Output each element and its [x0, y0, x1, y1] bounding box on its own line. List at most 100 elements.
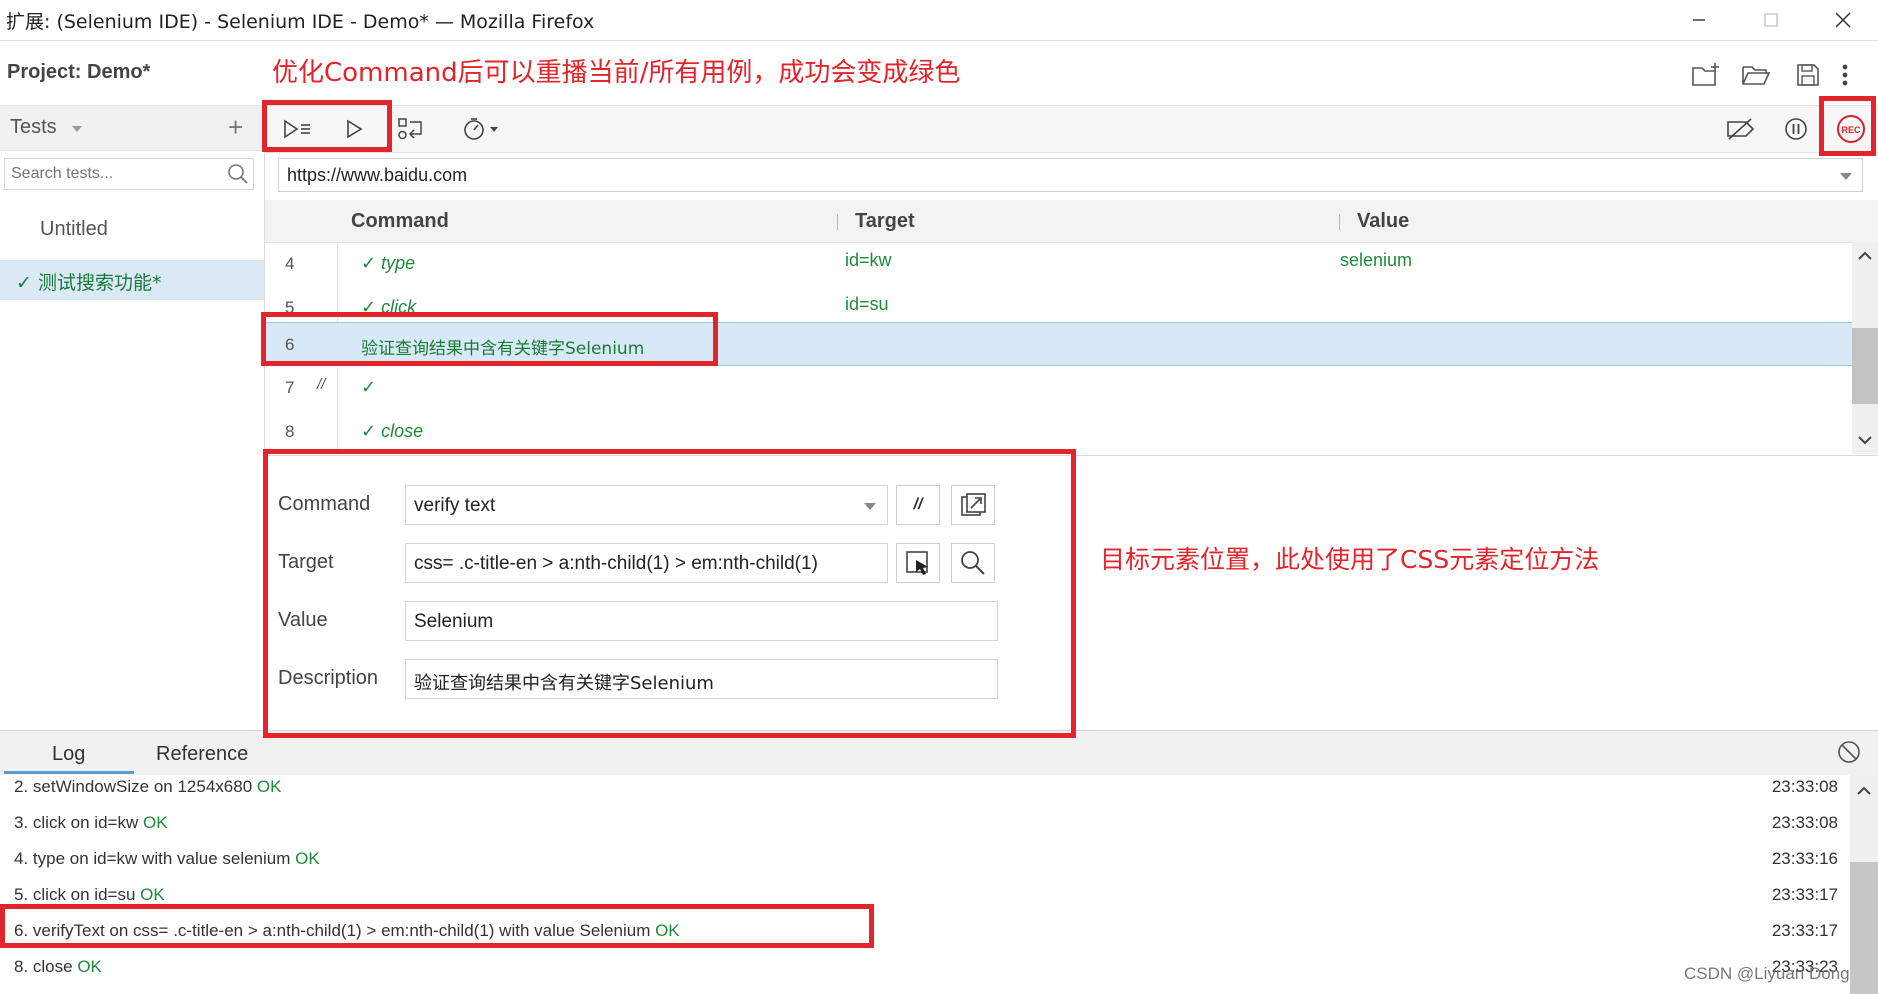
- close-window-button[interactable]: [1808, 0, 1878, 40]
- new-project-icon: [1692, 63, 1719, 86]
- log-message: 4. type on id=kw with value selenium: [14, 849, 296, 868]
- annotation-box-log-line: [0, 904, 874, 948]
- test-speed-button[interactable]: [457, 112, 507, 146]
- command-table-header: Command Target Value: [265, 200, 1878, 243]
- chevron-down-icon[interactable]: [1840, 173, 1852, 180]
- log-status: OK: [295, 849, 320, 868]
- search-tests-box: [4, 158, 254, 190]
- row-number: 4: [285, 254, 295, 273]
- more-button[interactable]: [1830, 55, 1860, 95]
- more-icon: [1842, 64, 1848, 86]
- chevron-up-icon[interactable]: [1852, 246, 1878, 266]
- base-url-combobox[interactable]: https://www.baidu.com: [278, 158, 1863, 192]
- log-status: OK: [140, 885, 165, 904]
- tab-log[interactable]: Log: [4, 731, 134, 775]
- test-item-untitled[interactable]: Untitled: [0, 210, 264, 250]
- log-message: 2. setWindowSize on 1254x680: [14, 777, 257, 796]
- project-title: Project: Demo*: [7, 61, 151, 83]
- search-tests-input[interactable]: [11, 165, 221, 183]
- test-item-label: Untitled: [40, 218, 108, 240]
- row-number: 7: [285, 378, 295, 397]
- disable-breakpoints-button[interactable]: [1721, 112, 1761, 146]
- tests-dropdown-label: Tests: [10, 116, 57, 138]
- speed-icon: [464, 118, 498, 140]
- row-divider: [337, 242, 338, 286]
- playback-toolbar: REC: [265, 106, 1878, 153]
- log-line: 2. setWindowSize on 1254x680 OK 23:33:08: [0, 775, 1850, 805]
- annotation-box-record: [1819, 96, 1876, 156]
- log-output: 2. setWindowSize on 1254x680 OK 23:33:08…: [0, 775, 1850, 994]
- column-header-target: Target: [855, 210, 915, 232]
- step-over-icon: [398, 118, 422, 140]
- open-project-icon: [1742, 66, 1771, 85]
- annotation-box-selected-row: [261, 312, 718, 366]
- log-time: 23:33:17: [1771, 921, 1838, 940]
- row-target: id=kw: [845, 250, 892, 270]
- row-comment-marker: //: [317, 376, 326, 393]
- base-url-value: https://www.baidu.com: [287, 165, 468, 185]
- chevron-down-icon: [72, 126, 82, 132]
- step-over-button[interactable]: [391, 112, 431, 146]
- minimize-button[interactable]: [1664, 0, 1734, 40]
- log-status: OK: [256, 777, 282, 796]
- test-item-search-feature[interactable]: ✓ 测试搜索功能*: [0, 260, 264, 300]
- tab-log-label: Log: [52, 743, 86, 765]
- disable-breakpoints-icon: [1727, 118, 1755, 140]
- tab-reference-label: Reference: [156, 743, 249, 765]
- row-divider: [337, 410, 338, 454]
- row-command: ✓: [361, 377, 377, 397]
- log-line: 4. type on id=kw with value selenium OK …: [0, 841, 1850, 877]
- test-item-label: ✓ 测试搜索功能*: [16, 272, 162, 294]
- minimize-icon: [1693, 19, 1705, 21]
- tab-reference[interactable]: Reference: [156, 731, 276, 775]
- tests-dropdown-bar[interactable]: Tests +: [0, 106, 264, 151]
- row-command: ✓ close: [361, 421, 424, 441]
- search-icon[interactable]: [227, 163, 249, 185]
- pause-on-exceptions-button[interactable]: [1776, 112, 1816, 146]
- save-project-button[interactable]: [1788, 55, 1828, 95]
- clear-log-icon: [1838, 741, 1860, 763]
- table-scrollbar-thumb[interactable]: [1852, 328, 1878, 404]
- chevron-down-icon[interactable]: [1852, 430, 1878, 450]
- log-message: 8. close: [14, 957, 78, 976]
- new-project-button[interactable]: [1686, 55, 1726, 95]
- log-time: 23:33:08: [1771, 813, 1838, 832]
- column-resize-handle[interactable]: [1339, 214, 1340, 230]
- column-resize-handle[interactable]: [837, 214, 838, 230]
- clear-log-button[interactable]: [1836, 739, 1862, 765]
- column-header-command: Command: [351, 210, 449, 232]
- chevron-up-icon[interactable]: [1850, 781, 1878, 801]
- log-line: 8. close OK 23:33:23: [0, 949, 1850, 985]
- row-command: ✓ type: [361, 253, 416, 273]
- annotation-top: 优化Command后可以重播当前/所有用例，成功会变成绿色: [272, 58, 961, 88]
- log-status: OK: [142, 813, 168, 832]
- add-test-button[interactable]: +: [228, 114, 243, 140]
- row-value: selenium: [1340, 250, 1413, 270]
- log-message: 3. click on id=kw: [14, 813, 143, 832]
- table-row[interactable]: 4 ✓ type id=kw selenium: [265, 242, 1852, 286]
- row-target: id=su: [845, 294, 889, 314]
- tests-sidebar: Tests + Untitled ✓ 测试搜索功能*: [0, 106, 265, 730]
- window-titlebar: 扩展: (Selenium IDE) - Selenium IDE - Demo…: [0, 0, 1878, 41]
- save-project-icon: [1797, 64, 1819, 86]
- maximize-button[interactable]: [1736, 0, 1806, 40]
- row-number: 8: [285, 422, 295, 441]
- annotation-target: 目标元素位置，此处使用了CSS元素定位方法: [1100, 545, 1600, 574]
- log-message: 5. click on id=su: [14, 885, 141, 904]
- log-line: 3. click on id=kw OK 23:33:08: [0, 805, 1850, 841]
- table-row[interactable]: 7 // ✓: [265, 366, 1852, 410]
- project-header: Project: Demo* 优化Command后可以重播当前/所有用例，成功会…: [0, 41, 1878, 106]
- table-row[interactable]: 8 ✓ close: [265, 410, 1852, 454]
- close-icon: [1835, 12, 1851, 28]
- log-time: 23:33:16: [1771, 849, 1838, 868]
- open-project-button[interactable]: [1736, 55, 1776, 95]
- active-tab-indicator: [4, 771, 134, 774]
- row-divider: [337, 366, 338, 410]
- log-scrollbar-thumb[interactable]: [1850, 862, 1878, 994]
- annotation-box-editor: [263, 449, 1076, 738]
- window-title: 扩展: (Selenium IDE) - Selenium IDE - Demo…: [6, 11, 595, 33]
- pause-icon: [1785, 118, 1807, 140]
- maximize-icon: [1764, 13, 1778, 27]
- log-time: 23:33:08: [1771, 777, 1838, 796]
- annotation-box-playback: [262, 100, 392, 152]
